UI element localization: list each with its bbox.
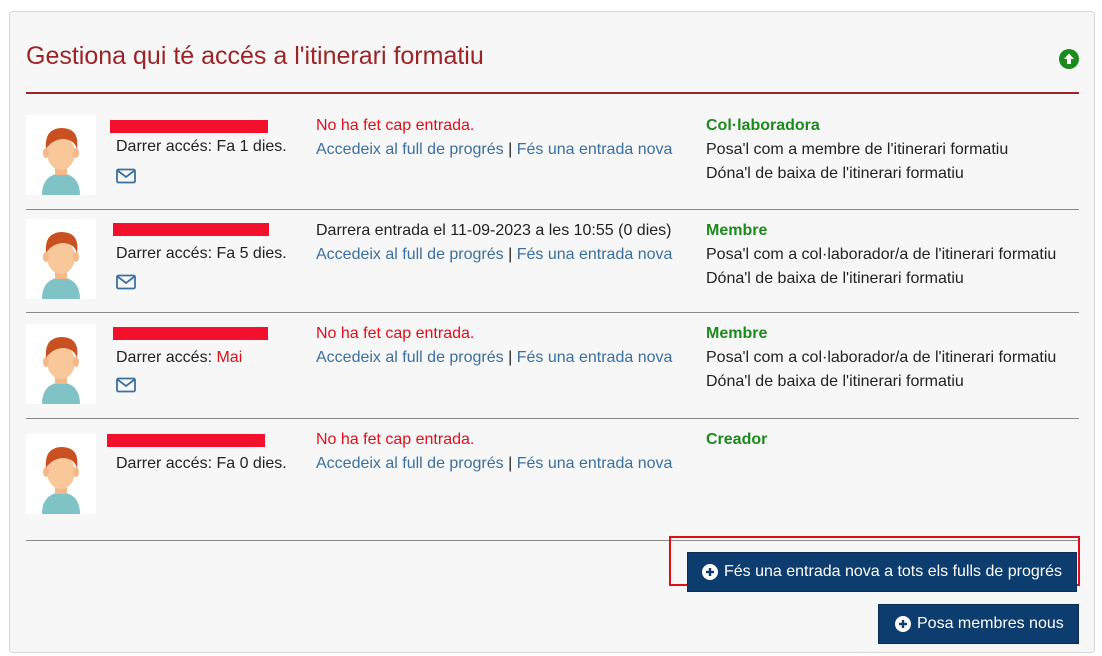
last-access: Darrer accés: Mai — [116, 349, 243, 366]
user-avatar-icon — [26, 115, 96, 195]
link-separator: | — [508, 246, 513, 263]
member-row: Darrer accés: Fa 5 dies. Darrera entrada… — [26, 209, 1079, 313]
last-access: Darrer accés: Fa 5 dies. — [116, 245, 287, 262]
mail-icon[interactable] — [116, 377, 136, 393]
role-label: Membre — [706, 325, 768, 342]
user-avatar-icon — [26, 434, 96, 514]
link-separator: | — [508, 141, 513, 158]
entry-status: No ha fet cap entrada. — [316, 117, 475, 134]
new-entry-link[interactable]: Fés una entrada nova — [517, 141, 673, 158]
role-column: Membre Posa'l com a col·laborador/a de l… — [706, 322, 1056, 394]
plus-circle-icon — [895, 616, 911, 632]
progress-sheet-link[interactable]: Accedeix al full de progrés — [316, 246, 504, 263]
link-separator: | — [508, 349, 513, 366]
progress-sheet-link[interactable]: Accedeix al full de progrés — [316, 349, 504, 366]
member-row: Darrer accés: Mai No ha fet cap entrada.… — [26, 312, 1079, 419]
entry-status: Darrera entrada el 11-09-2023 a les 10:5… — [316, 222, 672, 239]
redacted-name — [113, 223, 269, 236]
add-members-button[interactable]: Posa membres nous — [878, 604, 1079, 644]
role-column: Col·laboradora Posa'l com a membre de l'… — [706, 114, 1008, 186]
progress-column: No ha fet cap entrada. Accedeix al full … — [316, 114, 672, 162]
mail-icon[interactable] — [116, 168, 136, 184]
bulk-new-entry-label: Fés una entrada nova a tots els fulls de… — [724, 563, 1062, 580]
redacted-name — [107, 434, 265, 447]
entry-status: No ha fet cap entrada. — [316, 325, 475, 342]
member-row: Darrer accés: Fa 1 dies. No ha fet cap e… — [26, 108, 1079, 210]
progress-column: No ha fet cap entrada. Accedeix al full … — [316, 322, 672, 370]
entry-status: No ha fet cap entrada. — [316, 431, 475, 448]
role-label: Membre — [706, 222, 768, 239]
make-member-action[interactable]: Posa'l com a membre de l'itinerari forma… — [706, 138, 1008, 162]
avatar — [26, 115, 96, 195]
new-entry-link[interactable]: Fés una entrada nova — [517, 349, 673, 366]
progress-column: Darrera entrada el 11-09-2023 a les 10:5… — [316, 219, 672, 267]
progress-sheet-link[interactable]: Accedeix al full de progrés — [316, 455, 504, 472]
progress-column: No ha fet cap entrada. Accedeix al full … — [316, 428, 672, 476]
redacted-name — [110, 120, 268, 133]
last-access: Darrer accés: Fa 1 dies. — [116, 138, 287, 155]
arrow-up-circle-icon[interactable] — [1059, 49, 1079, 69]
role-label: Creador — [706, 431, 768, 448]
mail-icon[interactable] — [116, 274, 136, 290]
bulk-new-entry-button[interactable]: Fés una entrada nova a tots els fulls de… — [687, 552, 1077, 592]
make-collaborator-action[interactable]: Posa'l com a col·laborador/a de l'itiner… — [706, 346, 1056, 370]
panel-title: Gestiona qui té accés a l'itinerari form… — [26, 42, 484, 70]
make-collaborator-action[interactable]: Posa'l com a col·laborador/a de l'itiner… — [706, 243, 1056, 267]
add-members-label: Posa membres nous — [917, 615, 1064, 632]
link-separator: | — [508, 455, 513, 472]
role-label: Col·laboradora — [706, 117, 820, 134]
progress-sheet-link[interactable]: Accedeix al full de progrés — [316, 141, 504, 158]
member-row: Darrer accés: Fa 0 dies. No ha fet cap e… — [26, 418, 1079, 540]
avatar — [26, 219, 96, 299]
role-column: Creador — [706, 428, 767, 452]
new-entry-link[interactable]: Fés una entrada nova — [517, 246, 673, 263]
avatar — [26, 434, 96, 514]
role-column: Membre Posa'l com a col·laborador/a de l… — [706, 219, 1056, 291]
user-avatar-icon — [26, 219, 96, 299]
remove-member-action[interactable]: Dóna'l de baixa de l'itinerari formatiu — [706, 370, 1056, 394]
avatar — [26, 324, 96, 404]
new-entry-link[interactable]: Fés una entrada nova — [517, 455, 673, 472]
last-access: Darrer accés: Fa 0 dies. — [116, 455, 287, 472]
redacted-name — [113, 327, 268, 340]
remove-member-action[interactable]: Dóna'l de baixa de l'itinerari formatiu — [706, 267, 1056, 291]
title-divider — [26, 92, 1079, 94]
user-avatar-icon — [26, 324, 96, 404]
remove-member-action[interactable]: Dóna'l de baixa de l'itinerari formatiu — [706, 162, 1008, 186]
plus-circle-icon — [702, 564, 718, 580]
